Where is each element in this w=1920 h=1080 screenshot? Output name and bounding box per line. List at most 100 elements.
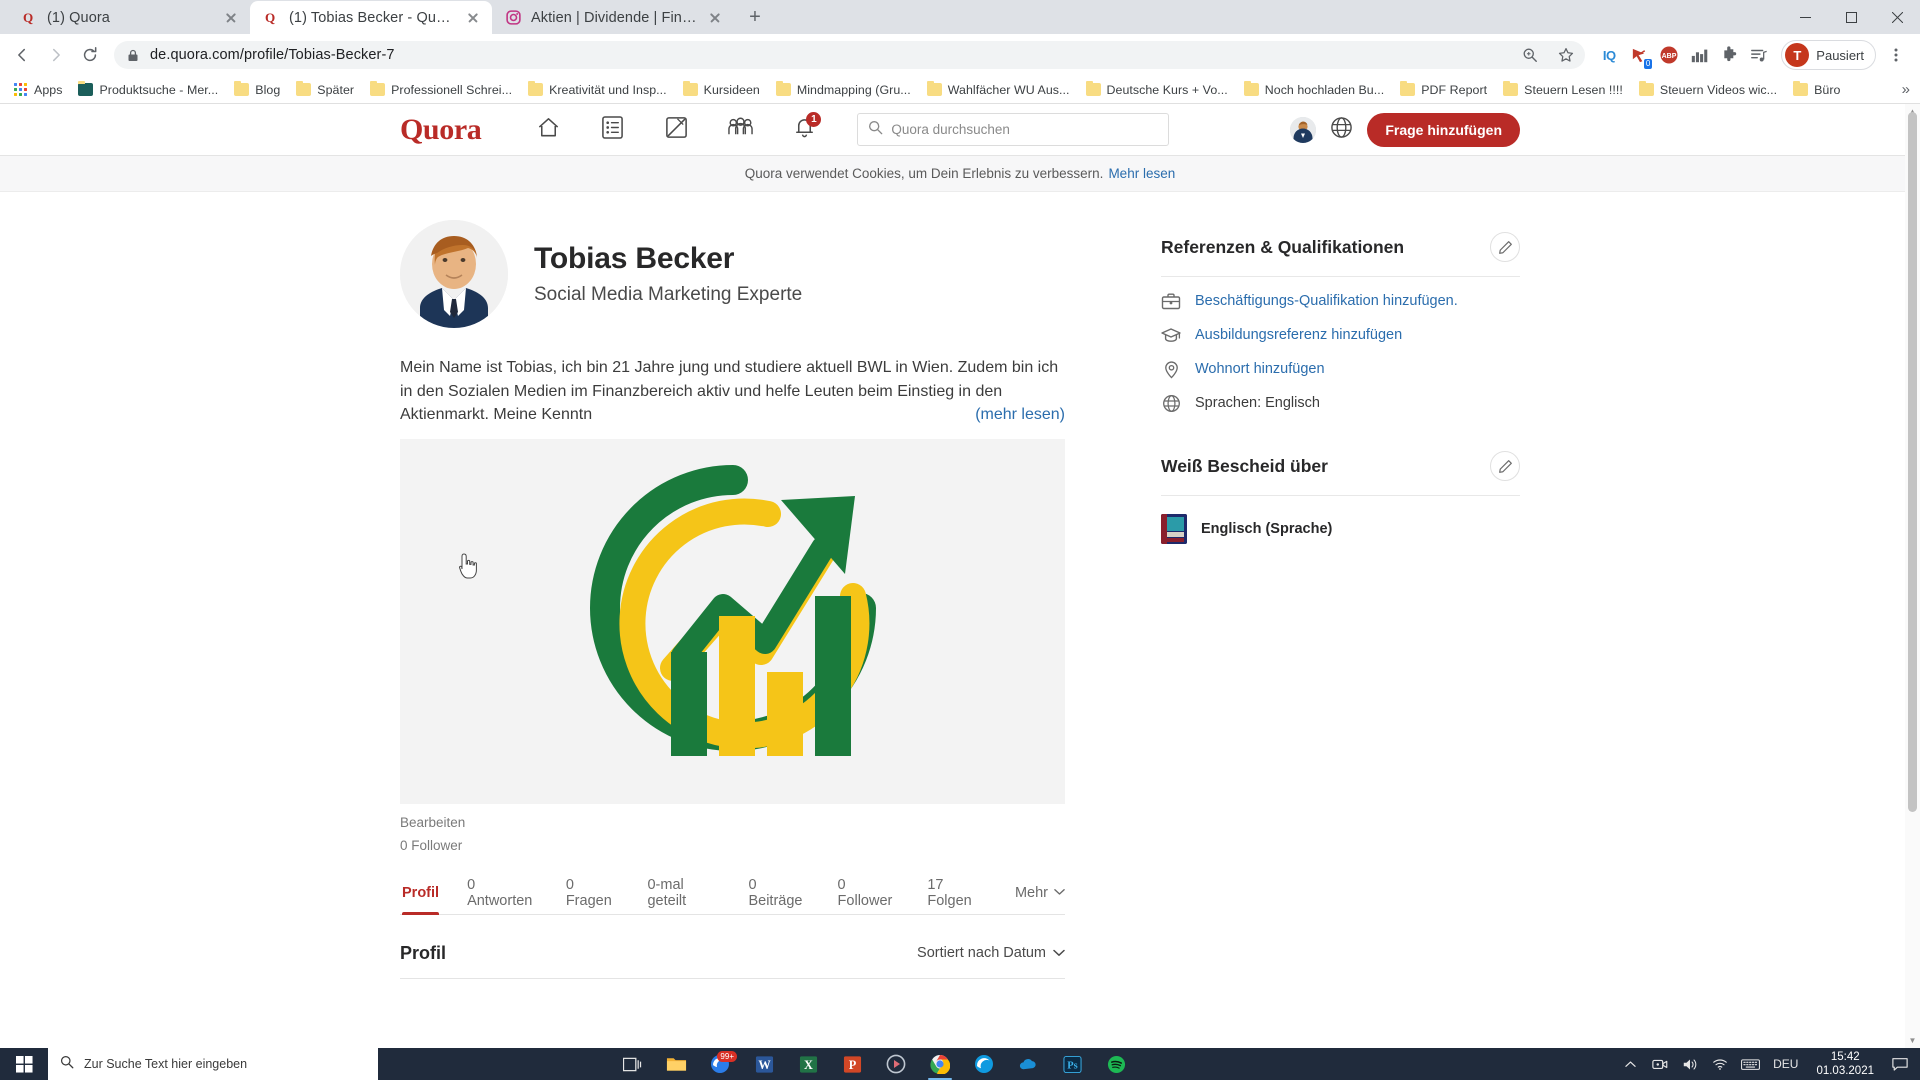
quora-search-box[interactable]: Quora durchsuchen bbox=[857, 113, 1170, 146]
wifi-icon[interactable] bbox=[1705, 1048, 1735, 1080]
quora-logo[interactable]: Quora bbox=[400, 113, 482, 147]
camera-icon[interactable] bbox=[1645, 1048, 1675, 1080]
bookmark-buero[interactable]: Büro bbox=[1785, 80, 1848, 100]
vertical-scrollbar[interactable]: ▲ ▼ bbox=[1905, 104, 1920, 1048]
bookmark-spaeter[interactable]: Später bbox=[288, 80, 362, 100]
taskbar-clock[interactable]: 15:42 01.03.2021 bbox=[1806, 1050, 1884, 1078]
close-window-button[interactable] bbox=[1874, 0, 1920, 34]
language-indicator[interactable]: DEU bbox=[1765, 1048, 1806, 1080]
taskbar-search-input[interactable]: Zur Suche Text hier eingeben bbox=[48, 1048, 378, 1080]
bookmark-mindmapping[interactable]: Mindmapping (Gru... bbox=[768, 80, 919, 100]
keyboard-icon[interactable] bbox=[1735, 1048, 1765, 1080]
media-player-icon[interactable] bbox=[874, 1048, 918, 1080]
close-icon[interactable] bbox=[706, 9, 724, 27]
word-icon[interactable]: W bbox=[742, 1048, 786, 1080]
credential-employment[interactable]: Beschäftigungs-Qualifikation hinzufügen. bbox=[1161, 291, 1520, 311]
adblock-plus-extension-icon[interactable]: ABP bbox=[1655, 41, 1683, 69]
bio-edit-link[interactable]: Bearbeiten bbox=[400, 815, 1065, 830]
nav-spaces-button[interactable] bbox=[713, 110, 767, 150]
nav-home-button[interactable] bbox=[521, 110, 575, 150]
powerpoint-icon[interactable]: P bbox=[830, 1048, 874, 1080]
file-explorer-icon[interactable] bbox=[654, 1048, 698, 1080]
photoshop-icon[interactable]: Ps bbox=[1050, 1048, 1094, 1080]
volume-icon[interactable] bbox=[1675, 1048, 1705, 1080]
kebab-menu-icon[interactable] bbox=[1882, 41, 1910, 69]
bookmarks-overflow-icon[interactable]: » bbox=[1902, 81, 1914, 98]
playlist-extension-icon[interactable] bbox=[1745, 41, 1773, 69]
globe-language-icon[interactable] bbox=[1330, 116, 1353, 144]
sort-control[interactable]: Sortiert nach Datum bbox=[917, 945, 1065, 961]
read-more-link[interactable]: (mehr lesen) bbox=[975, 403, 1065, 427]
tab-follower[interactable]: 0 Follower bbox=[838, 872, 900, 914]
browser-profile-chip[interactable]: T Pausiert bbox=[1781, 40, 1876, 70]
show-hidden-icons-chevron[interactable] bbox=[1615, 1048, 1645, 1080]
profile-picture[interactable] bbox=[400, 220, 508, 328]
action-center-icon[interactable] bbox=[1884, 1048, 1916, 1080]
onedrive-icon[interactable] bbox=[1006, 1048, 1050, 1080]
browser-tab-2[interactable]: Q (1) Tobias Becker - Quora bbox=[250, 1, 492, 34]
profile-left-column: Tobias Becker Social Media Marketing Exp… bbox=[400, 220, 1065, 979]
bookmark-deutsche-kurs[interactable]: Deutsche Kurs + Vo... bbox=[1078, 80, 1236, 100]
bookmark-wahlfaecher[interactable]: Wahlfächer WU Aus... bbox=[919, 80, 1078, 100]
nav-notifications-button[interactable]: 1 bbox=[777, 110, 831, 150]
add-question-button[interactable]: Frage hinzufügen bbox=[1367, 112, 1520, 147]
bookmark-blog[interactable]: Blog bbox=[226, 80, 288, 100]
address-bar[interactable]: de.quora.com/profile/Tobias-Becker-7 bbox=[114, 41, 1586, 69]
browser-tab-3[interactable]: Aktien | Dividende | Finanzen (@ bbox=[492, 1, 734, 34]
tab-mehr[interactable]: Mehr bbox=[1015, 872, 1065, 914]
scroll-down-arrow-icon[interactable]: ▼ bbox=[1905, 1033, 1920, 1048]
credential-location[interactable]: Wohnort hinzufügen bbox=[1161, 359, 1520, 379]
scrollbar-thumb[interactable] bbox=[1908, 112, 1917, 812]
bookmark-steuern-videos[interactable]: Steuern Videos wic... bbox=[1631, 80, 1785, 100]
excel-icon[interactable]: X bbox=[786, 1048, 830, 1080]
tab-profil[interactable]: Profil bbox=[402, 872, 440, 915]
minimize-button[interactable] bbox=[1782, 0, 1828, 34]
iq-extension-icon[interactable]: IQ bbox=[1595, 41, 1623, 69]
tab-antworten[interactable]: 0 Antworten bbox=[467, 872, 538, 914]
reload-button[interactable] bbox=[74, 39, 106, 71]
tab-geteilt[interactable]: 0-mal geteilt bbox=[647, 872, 720, 914]
credential-education[interactable]: Ausbildungsreferenz hinzufügen bbox=[1161, 325, 1520, 345]
cookie-more-link[interactable]: Mehr lesen bbox=[1108, 166, 1175, 181]
avatar[interactable] bbox=[1290, 116, 1317, 143]
bookmark-pdf-report[interactable]: PDF Report bbox=[1392, 80, 1495, 100]
spotify-icon[interactable] bbox=[1094, 1048, 1138, 1080]
forward-button[interactable] bbox=[40, 39, 72, 71]
bookmark-produktsuche[interactable]: Produktsuche - Mer... bbox=[70, 80, 226, 100]
bookmark-label: Blog bbox=[255, 82, 281, 97]
profile-tabbar: Profil 0 Antworten 0 Fragen 0-mal geteil… bbox=[400, 873, 1065, 915]
star-icon[interactable] bbox=[1553, 42, 1579, 68]
taskbar-apps: 99+ W X P Ps bbox=[610, 1048, 1138, 1080]
topic-english-language[interactable]: Englisch (Sprache) bbox=[1161, 514, 1520, 544]
browser-tab-1[interactable]: Q (1) Quora bbox=[8, 1, 250, 34]
chrome-icon[interactable] bbox=[918, 1048, 962, 1080]
bookmark-noch-hochladen[interactable]: Noch hochladen Bu... bbox=[1236, 80, 1392, 100]
back-button[interactable] bbox=[6, 39, 38, 71]
windows-start-icon[interactable] bbox=[0, 1048, 48, 1080]
bookmark-professionell-schreiben[interactable]: Professionell Schrei... bbox=[362, 80, 520, 100]
tab-fragen[interactable]: 0 Fragen bbox=[566, 872, 620, 914]
pencil-edit-icon[interactable] bbox=[1490, 232, 1520, 262]
pocket-extension-icon[interactable]: 0 bbox=[1625, 41, 1653, 69]
puzzle-extensions-menu-icon[interactable] bbox=[1715, 41, 1743, 69]
tab-beitraege[interactable]: 0 Beiträge bbox=[748, 872, 809, 914]
zoom-search-icon[interactable] bbox=[1517, 42, 1543, 68]
bookmark-steuern-lesen[interactable]: Steuern Lesen !!!! bbox=[1495, 80, 1631, 100]
pencil-edit-icon[interactable] bbox=[1490, 451, 1520, 481]
maximize-button[interactable] bbox=[1828, 0, 1874, 34]
bookmark-kreativitaet[interactable]: Kreativität und Insp... bbox=[520, 80, 675, 100]
nav-write-button[interactable] bbox=[649, 110, 703, 150]
bookmark-kursideen[interactable]: Kursideen bbox=[675, 80, 768, 100]
knows-about-divider bbox=[1161, 495, 1520, 496]
new-tab-button[interactable]: + bbox=[740, 2, 770, 32]
edge-icon[interactable]: 99+ bbox=[698, 1048, 742, 1080]
edge-chromium-icon[interactable] bbox=[962, 1048, 1006, 1080]
nav-answers-button[interactable] bbox=[585, 110, 639, 150]
bookmark-apps[interactable]: Apps bbox=[6, 80, 70, 100]
task-view-icon[interactable] bbox=[610, 1048, 654, 1080]
window-controls bbox=[1782, 0, 1920, 34]
stats-extension-icon[interactable] bbox=[1685, 41, 1713, 69]
close-icon[interactable] bbox=[222, 9, 240, 27]
tab-folgen[interactable]: 17 Folgen bbox=[927, 872, 987, 914]
close-icon[interactable] bbox=[464, 9, 482, 27]
